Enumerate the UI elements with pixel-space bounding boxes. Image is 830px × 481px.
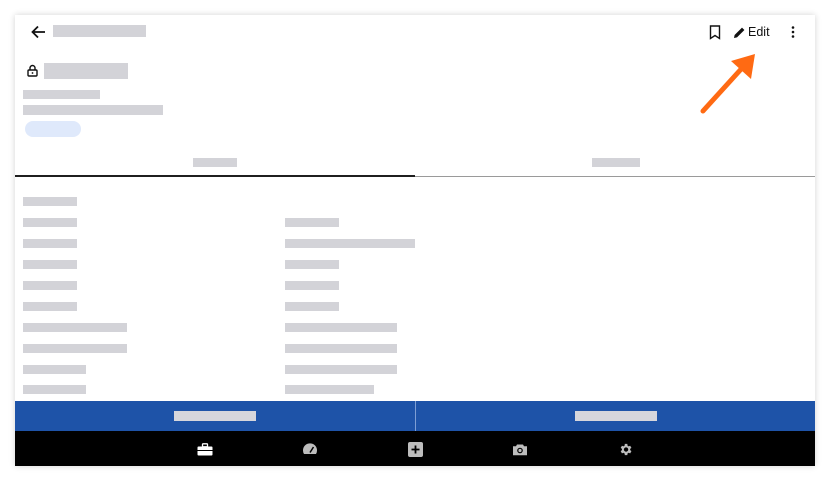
bookmark-button[interactable] [705, 22, 725, 42]
status-badge [25, 121, 81, 137]
gear-icon [620, 443, 631, 455]
field-value-placeholder [285, 365, 397, 374]
tab-label-placeholder [193, 158, 237, 167]
app-window: Edit [15, 15, 815, 466]
field-value-placeholder [285, 323, 397, 332]
record-detail-placeholder [23, 105, 163, 115]
field-label-placeholder [23, 385, 86, 394]
field-value-placeholder [285, 260, 339, 269]
field-label-placeholder [23, 344, 127, 353]
bookmark-icon [709, 24, 721, 40]
more-options-button[interactable] [783, 22, 803, 42]
briefcase-icon [197, 442, 213, 455]
field-label-placeholder [23, 260, 77, 269]
camera-icon [513, 444, 527, 455]
field-label-placeholder [23, 197, 77, 206]
bottom-nav [15, 431, 815, 466]
nav-item-add[interactable] [405, 439, 425, 459]
arrow-left-icon [31, 25, 45, 39]
field-value-placeholder [285, 239, 415, 248]
button-label-placeholder [174, 411, 256, 421]
tab-first[interactable] [15, 150, 415, 176]
record-subtitle-placeholder [23, 90, 100, 99]
action-bar [15, 401, 815, 431]
back-button[interactable] [27, 22, 49, 42]
record-title-placeholder [44, 63, 128, 79]
field-label-placeholder [23, 239, 77, 248]
field-value-placeholder [285, 281, 339, 290]
field-value-placeholder [285, 385, 374, 394]
edit-button[interactable]: Edit [733, 22, 770, 42]
tab-indicator-active [15, 175, 415, 177]
gauge-icon [303, 443, 317, 454]
nav-item-gauge[interactable] [300, 439, 320, 459]
primary-action-button[interactable] [15, 401, 415, 431]
plus-square-icon [407, 441, 423, 457]
field-label-placeholder [23, 281, 77, 290]
edit-label: Edit [748, 25, 770, 39]
secondary-action-button[interactable] [414, 401, 816, 431]
tab-label-placeholder [592, 158, 640, 167]
tab-second[interactable] [415, 150, 815, 176]
field-value-placeholder [285, 344, 397, 353]
nav-item-camera[interactable] [510, 439, 530, 459]
nav-item-settings[interactable] [615, 439, 635, 459]
page-title-placeholder [53, 25, 146, 37]
nav-item-briefcase[interactable] [195, 439, 215, 459]
field-label-placeholder [23, 323, 127, 332]
field-label-placeholder [23, 302, 77, 311]
pencil-icon [734, 27, 745, 38]
more-vertical-icon [791, 26, 795, 38]
button-label-placeholder [574, 411, 657, 421]
lock-icon [27, 64, 38, 77]
annotation-arrow [700, 54, 755, 114]
field-label-placeholder [23, 218, 77, 227]
field-value-placeholder [285, 218, 339, 227]
tab-divider [415, 176, 815, 177]
field-label-placeholder [23, 365, 86, 374]
field-value-placeholder [285, 302, 339, 311]
